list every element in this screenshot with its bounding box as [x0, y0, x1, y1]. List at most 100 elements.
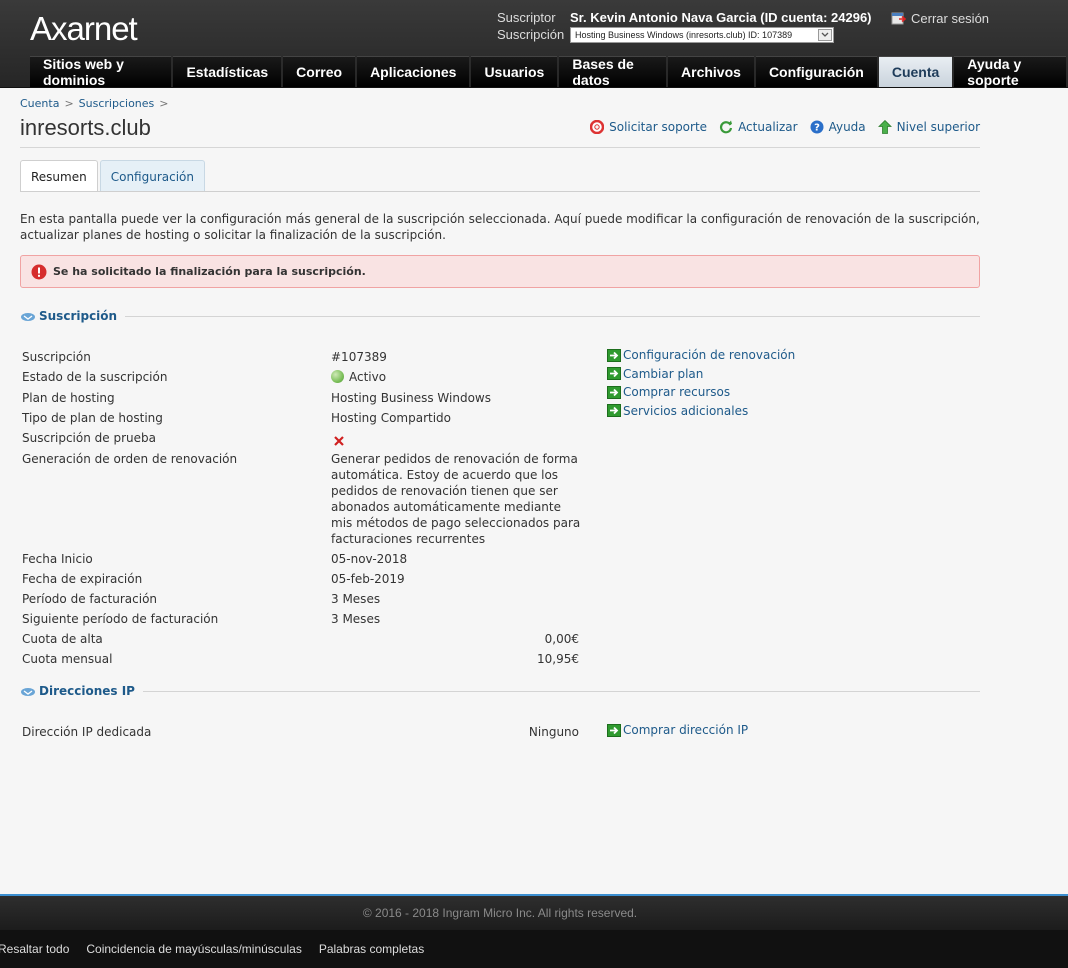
- up-level-label: Nivel superior: [896, 120, 980, 134]
- help-link[interactable]: ? Ayuda: [810, 120, 866, 134]
- nav-tab-aplicaciones[interactable]: Aplicaciones: [357, 56, 470, 87]
- link-label: Cambiar plan: [623, 366, 704, 381]
- page-actions: Solicitar soporte Actualizar ? Ayuda Niv…: [578, 120, 980, 134]
- match-case-toggle[interactable]: Coincidencia de mayúsculas/minúsculas: [86, 942, 301, 956]
- help-icon: ?: [810, 120, 824, 134]
- nav-tab-sitios[interactable]: Sitios web y dominios: [30, 56, 172, 88]
- logout-icon: [891, 12, 906, 25]
- row-label: Cuota de alta: [22, 632, 103, 646]
- go-arrow-icon: [607, 723, 621, 737]
- nav-tab-correo[interactable]: Correo: [283, 56, 356, 87]
- brand-logo[interactable]: Axarnet: [30, 6, 160, 54]
- row-label: Cuota mensual: [22, 652, 113, 666]
- brand-name: Axarnet: [30, 10, 138, 47]
- breadcrumb-item-suscripciones[interactable]: Suscripciones: [79, 97, 155, 110]
- change-plan-link[interactable]: Cambiar plan: [607, 365, 795, 384]
- refresh-link[interactable]: Actualizar: [719, 120, 798, 134]
- breadcrumb-separator: >: [64, 97, 74, 110]
- logout-link[interactable]: Cerrar sesión: [891, 11, 989, 26]
- subscriber-label: Suscriptor: [497, 10, 556, 25]
- find-option-label: Coincidencia de mayúsculas/minúsculas: [86, 942, 302, 956]
- nav-tab-ayuda[interactable]: Ayuda y soporte: [954, 56, 1066, 88]
- row-label: Plan de hosting: [22, 391, 115, 405]
- nav-tab-bases-de-datos[interactable]: Bases de datos: [559, 56, 667, 88]
- arrow-up-icon: [877, 120, 892, 134]
- row-label: Suscripción: [22, 350, 91, 364]
- help-label: Ayuda: [828, 120, 866, 134]
- find-option-label: Resaltar todo: [0, 942, 70, 956]
- nav-tab-cuenta[interactable]: Cuenta: [878, 56, 953, 87]
- subscription-tabs: Resumen Configuración: [20, 160, 207, 192]
- subscription-select[interactable]: Hosting Business Windows (inresorts.club…: [570, 26, 834, 43]
- link-label: Servicios adicionales: [623, 403, 749, 418]
- tab-label: Resumen: [31, 169, 87, 184]
- row-label: Período de facturación: [22, 592, 158, 606]
- row-label: Suscripción de prueba: [22, 431, 156, 445]
- nav-tab-estadisticas[interactable]: Estadísticas: [173, 56, 282, 87]
- nav-tab-label: Estadísticas: [186, 64, 269, 80]
- svg-text:?: ?: [814, 123, 820, 134]
- up-level-link[interactable]: Nivel superior: [877, 120, 980, 134]
- nav-tab-label: Archivos: [681, 64, 741, 80]
- title-divider: [20, 147, 980, 148]
- breadcrumb: Cuenta > Suscripciones >: [20, 97, 174, 110]
- logout-label: Cerrar sesión: [911, 11, 990, 26]
- breadcrumb-item-cuenta[interactable]: Cuenta: [20, 97, 59, 110]
- highlight-all-toggle[interactable]: Resaltar todo: [0, 942, 69, 956]
- row-label: Tipo de plan de hosting: [22, 411, 163, 425]
- row-label: Estado de la suscripción: [22, 370, 168, 384]
- go-arrow-icon: [607, 385, 621, 399]
- lifebuoy-icon: [590, 120, 605, 134]
- termination-alert: Se ha solicitado la finalización para la…: [20, 255, 980, 288]
- row-label: Fecha de expiración: [22, 572, 143, 586]
- nav-tab-configuracion[interactable]: Configuración: [755, 56, 877, 87]
- tab-configuracion[interactable]: Configuración: [99, 160, 205, 192]
- user-info: Suscriptor Sr. Kevin Antonio Nava Garcia…: [497, 9, 872, 43]
- nav-tab-label: Configuración: [768, 64, 864, 80]
- whole-words-toggle[interactable]: Palabras completas: [319, 942, 424, 956]
- go-arrow-icon: [607, 404, 621, 418]
- status-text: Activo: [349, 370, 387, 384]
- page-title: inresorts.club: [20, 115, 151, 140]
- subscription-links: Configuración de renovación Cambiar plan…: [607, 346, 795, 420]
- nav-tab-label: Ayuda y soporte: [967, 56, 1022, 88]
- go-arrow-icon: [607, 348, 621, 362]
- buy-ip-link[interactable]: Comprar dirección IP: [607, 721, 748, 740]
- row-label: Fecha Inicio: [22, 552, 93, 566]
- page-footer: © 2016 - 2018 Ingram Micro Inc. All righ…: [0, 894, 1068, 930]
- go-arrow-icon: [607, 367, 621, 381]
- intro-text: En esta pantalla puede ver la configurac…: [20, 212, 980, 242]
- nav-tab-usuarios[interactable]: Usuarios: [471, 56, 558, 87]
- row-value: 10,95€: [537, 652, 579, 666]
- section-divider: [142, 690, 980, 692]
- nav-tab-label: Usuarios: [484, 64, 545, 80]
- tabs-divider: [20, 191, 980, 192]
- row-label: Dirección IP dedicada: [22, 725, 152, 739]
- additional-services-link[interactable]: Servicios adicionales: [607, 402, 795, 421]
- subscription-select-value: Hosting Business Windows (inresorts.club…: [575, 29, 793, 40]
- app-header: Axarnet Suscriptor Sr. Kevin Antonio Nav…: [0, 0, 1068, 88]
- nav-tab-label: Aplicaciones: [370, 64, 457, 80]
- collapse-arrows-icon: [21, 688, 35, 696]
- buy-resources-link[interactable]: Comprar recursos: [607, 383, 795, 402]
- copyright: © 2016 - 2018 Ingram Micro Inc. All righ…: [362, 906, 638, 920]
- row-label: Generación de orden de renovación: [22, 452, 238, 466]
- status-value: Activo: [331, 369, 581, 385]
- subscription-section-title[interactable]: Suscripción: [39, 309, 117, 323]
- row-label: Siguiente período de facturación: [22, 612, 219, 626]
- row-value: 05-nov-2018: [331, 552, 408, 566]
- renewal-config-link[interactable]: Configuración de renovación: [607, 346, 795, 365]
- refresh-label: Actualizar: [738, 120, 798, 134]
- support-link[interactable]: Solicitar soporte: [590, 120, 707, 134]
- nav-tab-label: Correo: [296, 64, 343, 80]
- browser-find-bar: Resaltar todo Coincidencia de mayúsculas…: [0, 930, 1068, 968]
- nav-tab-label: Sitios web y dominios: [43, 56, 124, 88]
- nav-tab-archivos[interactable]: Archivos: [668, 56, 754, 87]
- tab-resumen[interactable]: Resumen: [20, 160, 98, 192]
- subscription-section-header: Suscripción: [20, 308, 980, 324]
- status-active-icon: [331, 370, 344, 383]
- ip-section-header: Direcciones IP: [20, 683, 980, 699]
- chevron-down-icon: [818, 28, 832, 41]
- ip-section-title[interactable]: Direcciones IP: [39, 684, 135, 698]
- link-label: Configuración de renovación: [623, 348, 796, 363]
